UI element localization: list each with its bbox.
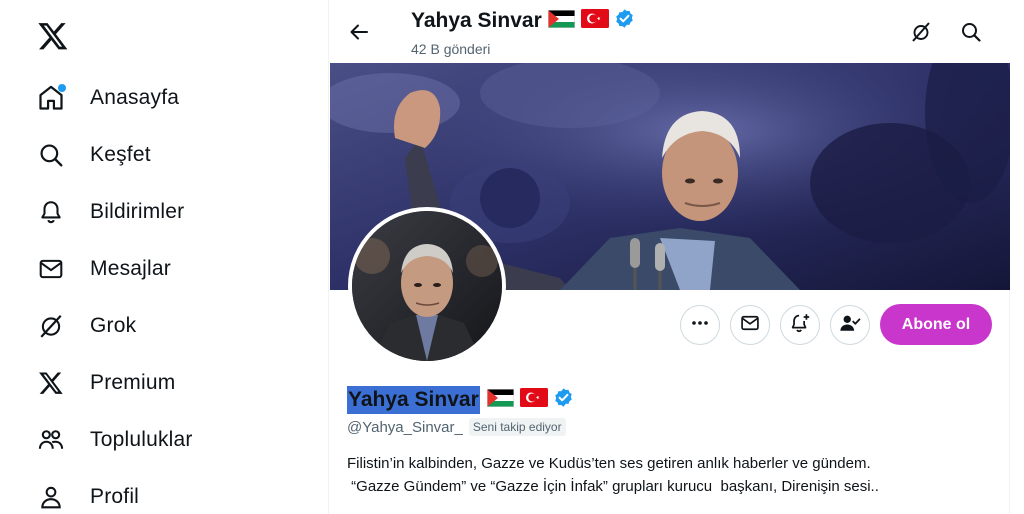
x-logo-icon[interactable] bbox=[36, 20, 70, 52]
envelope-icon bbox=[36, 254, 66, 284]
palestine-flag-icon bbox=[486, 388, 514, 412]
scrollbar[interactable] bbox=[1012, 0, 1024, 514]
turkey-flag-icon bbox=[580, 9, 609, 33]
turkey-flag-icon bbox=[519, 388, 548, 412]
profile-avatar[interactable] bbox=[348, 207, 506, 365]
nav-label-communities: Topluluklar bbox=[90, 428, 193, 451]
nav-label-premium: Premium bbox=[90, 371, 176, 394]
profile-handle: @Yahya_Sinvar_ bbox=[347, 418, 463, 436]
nav-item-notifications[interactable]: Bildirimler bbox=[36, 192, 184, 232]
profile-column: Yahya Sinvar 42 B gönderi Abone ol Yahya… bbox=[328, 0, 1011, 514]
verified-badge-icon bbox=[553, 387, 574, 413]
post-count: 42 B gönderi bbox=[411, 41, 491, 57]
bell-icon bbox=[36, 197, 66, 227]
verified-badge-icon bbox=[614, 8, 635, 34]
people-icon bbox=[36, 425, 66, 455]
nav-label-messages: Mesajlar bbox=[90, 257, 171, 280]
more-dots-icon bbox=[690, 313, 710, 338]
palestine-flag-icon bbox=[547, 9, 575, 33]
home-icon bbox=[36, 83, 66, 113]
nav-item-messages[interactable]: Mesajlar bbox=[36, 249, 171, 289]
person-check-icon bbox=[839, 312, 861, 339]
follows-you-badge: Seni takip ediyor bbox=[468, 418, 566, 436]
x-icon bbox=[36, 368, 66, 398]
bio-line: Filistin’in kalbinden, Gazze ve Kudüs’te… bbox=[347, 455, 871, 472]
subscribe-button[interactable]: Abone ol bbox=[880, 304, 992, 345]
header-title: Yahya Sinvar bbox=[411, 9, 542, 32]
nav-item-communities[interactable]: Topluluklar bbox=[36, 420, 193, 460]
nav-label-explore: Keşfet bbox=[90, 143, 151, 166]
more-options-button[interactable] bbox=[680, 305, 720, 345]
profile-header-bar: Yahya Sinvar 42 B gönderi bbox=[329, 0, 1011, 62]
message-button[interactable] bbox=[730, 305, 770, 345]
nav-item-premium[interactable]: Premium bbox=[36, 363, 175, 403]
grok-icon bbox=[36, 311, 66, 341]
nav-item-explore[interactable]: Keşfet bbox=[36, 135, 151, 175]
search-icon bbox=[36, 140, 66, 170]
back-arrow-icon[interactable] bbox=[347, 20, 371, 44]
nav-label-home: Anasayfa bbox=[90, 86, 180, 109]
search-icon[interactable] bbox=[959, 20, 983, 44]
bell-plus-icon bbox=[789, 312, 811, 339]
nav-item-home[interactable]: Anasayfa bbox=[36, 78, 179, 118]
envelope-icon bbox=[740, 313, 760, 338]
left-navigation: Anasayfa Keşfet Bildirimler Mesajlar Gro… bbox=[0, 0, 328, 514]
person-icon bbox=[36, 482, 66, 512]
nav-label-profile: Profil bbox=[90, 485, 140, 508]
bio-line: “Gazze Gündem” ve “Gazze İçin İnfak” gru… bbox=[347, 478, 879, 495]
profile-name-row: Yahya Sinvar bbox=[347, 386, 574, 414]
following-button[interactable] bbox=[830, 305, 870, 345]
profile-name: Yahya Sinvar bbox=[347, 386, 480, 414]
profile-handle-row: @Yahya_Sinvar_ Seni takip ediyor bbox=[347, 418, 566, 436]
nav-label-notifications: Bildirimler bbox=[90, 200, 185, 223]
notification-dot bbox=[58, 84, 66, 92]
nav-item-grok[interactable]: Grok bbox=[36, 306, 136, 346]
nav-item-profile[interactable]: Profil bbox=[36, 477, 139, 514]
header-title-row: Yahya Sinvar bbox=[411, 8, 635, 34]
profile-bio: Filistin’in kalbinden, Gazze ve Kudüs’te… bbox=[347, 452, 987, 498]
nav-label-grok: Grok bbox=[90, 314, 137, 337]
grok-icon[interactable] bbox=[909, 20, 933, 44]
notify-button[interactable] bbox=[780, 305, 820, 345]
